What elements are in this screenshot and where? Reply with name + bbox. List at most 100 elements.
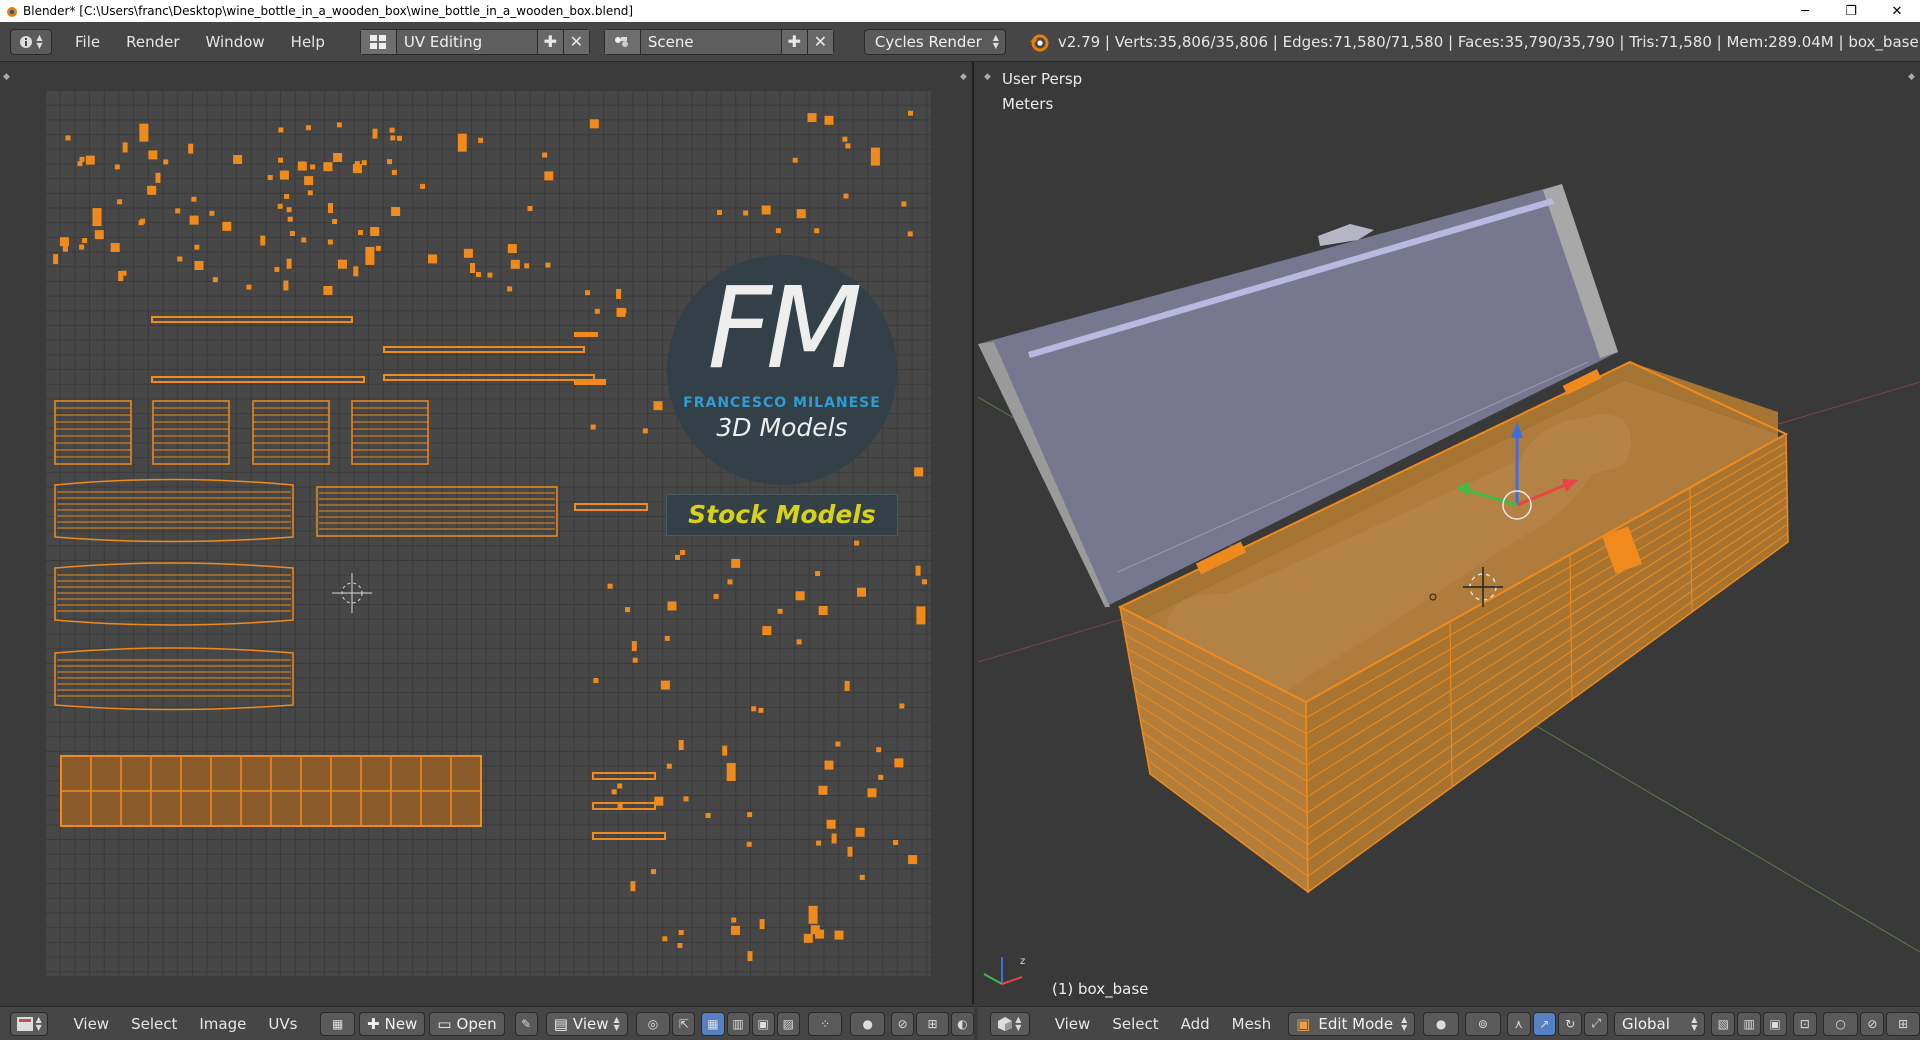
editor-type-selector[interactable]: ▲ ▼	[10, 28, 52, 55]
menu-help[interactable]: Help	[278, 22, 338, 62]
close-button[interactable]: ✕	[1874, 0, 1920, 22]
view3d-menu-select[interactable]: Select	[1101, 1015, 1169, 1033]
scene-selector[interactable]: Scene ✚ ✕	[603, 28, 834, 55]
uv-island	[758, 707, 764, 713]
uv-island	[775, 228, 781, 234]
uv-island	[305, 125, 311, 131]
uv-island	[353, 266, 359, 277]
open-image-button[interactable]: ▭ Open	[429, 1011, 505, 1036]
vertex-select-button[interactable]: ▦	[701, 1011, 725, 1036]
maximize-button[interactable]: ❐	[1828, 0, 1874, 22]
uv-island	[777, 608, 783, 614]
sync-selection-button[interactable]: ⇱	[672, 1011, 696, 1036]
layout-name-field[interactable]: UV Editing	[396, 29, 537, 54]
remove-scene-button[interactable]: ✕	[806, 29, 833, 54]
uv-menu-view[interactable]: View	[62, 1015, 120, 1033]
pivot-point-dropdown[interactable]: ⊚	[1464, 1011, 1501, 1036]
pin-button[interactable]: ✎	[514, 1011, 538, 1036]
face-select-mode-button[interactable]: ▣	[1763, 1011, 1787, 1036]
uv-island	[743, 210, 749, 216]
scene-picker-button[interactable]	[604, 29, 641, 54]
layout-picker-button[interactable]	[360, 29, 397, 54]
remove-layout-button[interactable]: ✕	[562, 29, 589, 54]
snap-target-dropdown[interactable]: ⊞	[916, 1011, 949, 1036]
uv-island	[642, 428, 648, 434]
image-mode-dropdown[interactable]: ▤ View ▲ ▼	[545, 1011, 628, 1036]
face-select-icon: ▣	[757, 1016, 769, 1031]
uv-island	[332, 219, 338, 224]
snap-element-dropdown[interactable]: ⊞	[1886, 1011, 1920, 1036]
uv-menu-image[interactable]: Image	[188, 1015, 257, 1033]
rotate-manipulator-button[interactable]: ↻	[1558, 1011, 1583, 1036]
face-select-button[interactable]: ▣	[751, 1011, 775, 1036]
render-engine-dropdown[interactable]: Cycles Render ▲ ▼	[863, 28, 1006, 55]
scene-name-field[interactable]: Scene	[640, 29, 781, 54]
interaction-mode-dropdown[interactable]: ▣ Edit Mode ▲ ▼	[1288, 1011, 1416, 1036]
snap-toggle[interactable]: ⊘	[891, 1011, 915, 1036]
uv-island	[731, 917, 737, 923]
pivot-dropdown[interactable]: ◎	[635, 1011, 671, 1036]
uv-island	[666, 763, 672, 769]
uv-grid-canvas[interactable]: FM FRANCESCO MILANESE 3D Models Stock Mo…	[45, 90, 931, 976]
uv-overlay-toggle[interactable]: ◐	[950, 1011, 974, 1036]
editor-type-selector[interactable]: ▲ ▼	[990, 1011, 1030, 1036]
uv-image-editor[interactable]: ◆ ◆ FM FRANCESCO MILANESE 3D Models Stoc…	[0, 62, 974, 1004]
view3d-menu-view[interactable]: View	[1044, 1015, 1102, 1033]
fm-watermark: FM FRANCESCO MILANESE 3D Models	[667, 255, 897, 485]
uv-menu-uvs[interactable]: UVs	[257, 1015, 308, 1033]
image-browse-button[interactable]: ▦	[320, 1011, 356, 1036]
vertex-select-mode-button[interactable]: ▧	[1711, 1011, 1736, 1036]
translate-manipulator-button[interactable]: ↗	[1532, 1011, 1557, 1036]
sticky-mode-dropdown[interactable]: ⁘	[807, 1011, 843, 1036]
uv-island	[301, 237, 307, 243]
menu-file[interactable]: File	[62, 22, 113, 62]
add-layout-button[interactable]: ✚	[536, 29, 563, 54]
viewport-shading-dropdown[interactable]: ●	[1423, 1011, 1459, 1036]
screen-layout-selector[interactable]: UV Editing ✚ ✕	[359, 28, 590, 55]
edge-select-button[interactable]: ▥	[726, 1011, 750, 1036]
add-scene-button[interactable]: ✚	[780, 29, 807, 54]
uv-island	[677, 943, 683, 948]
3d-viewport[interactable]: ◆ ◆ User Persp Meters (1) box_base z	[978, 62, 1920, 1004]
region-expand-arrow-icon[interactable]: ◆	[960, 72, 967, 82]
snap-increment-icon: ⊞	[1898, 1016, 1909, 1031]
uv-island	[138, 220, 144, 226]
island-select-button[interactable]: ▨	[776, 1011, 800, 1036]
watermark-author: FRANCESCO MILANESE	[683, 395, 881, 411]
menu-render[interactable]: Render	[113, 22, 192, 62]
uv-island	[616, 289, 622, 299]
updown-arrows-icon: ▲ ▼	[1015, 1014, 1022, 1032]
uv-island	[808, 905, 818, 924]
minimize-button[interactable]: ─	[1782, 0, 1828, 22]
uv-island	[842, 136, 848, 142]
uv-island	[857, 587, 866, 597]
manipulator-toggle[interactable]: ⋏	[1506, 1011, 1531, 1036]
vertex-select-icon: ▦	[707, 1016, 719, 1031]
uv-menu-select[interactable]: Select	[120, 1015, 188, 1033]
proportional-edit-dropdown[interactable]: ●	[850, 1011, 886, 1036]
editor-type-selector[interactable]: ▲ ▼	[10, 1011, 49, 1036]
region-expand-arrow-icon[interactable]: ◆	[3, 72, 10, 82]
uv-island	[746, 841, 752, 847]
uv-island	[279, 170, 289, 180]
scale-manipulator-button[interactable]: ⤢	[1584, 1011, 1609, 1036]
edge-select-mode-button[interactable]: ▥	[1737, 1011, 1762, 1036]
limit-selection-toggle[interactable]: ⊡	[1792, 1011, 1817, 1036]
view3d-menu-mesh[interactable]: Mesh	[1221, 1015, 1283, 1033]
uv-island	[916, 606, 926, 625]
overlay-icon: ◐	[957, 1016, 968, 1031]
uv-island	[274, 266, 280, 272]
uv-island	[333, 153, 343, 162]
vertex-mode-icon: ▧	[1717, 1016, 1729, 1031]
transform-orientation-dropdown[interactable]: Global ▲ ▼	[1614, 1011, 1706, 1036]
uv-island	[92, 208, 102, 227]
proportional-editing-dropdown[interactable]: ○	[1822, 1011, 1859, 1036]
uv-island	[796, 639, 802, 645]
snap-toggle[interactable]: ⊘	[1860, 1011, 1885, 1036]
uv-island	[867, 788, 877, 798]
uv-island	[391, 207, 401, 216]
new-image-button[interactable]: ✚ New	[359, 1011, 426, 1036]
view3d-menu-add[interactable]: Add	[1170, 1015, 1221, 1033]
menu-window[interactable]: Window	[193, 22, 278, 62]
uv-island	[611, 789, 617, 795]
